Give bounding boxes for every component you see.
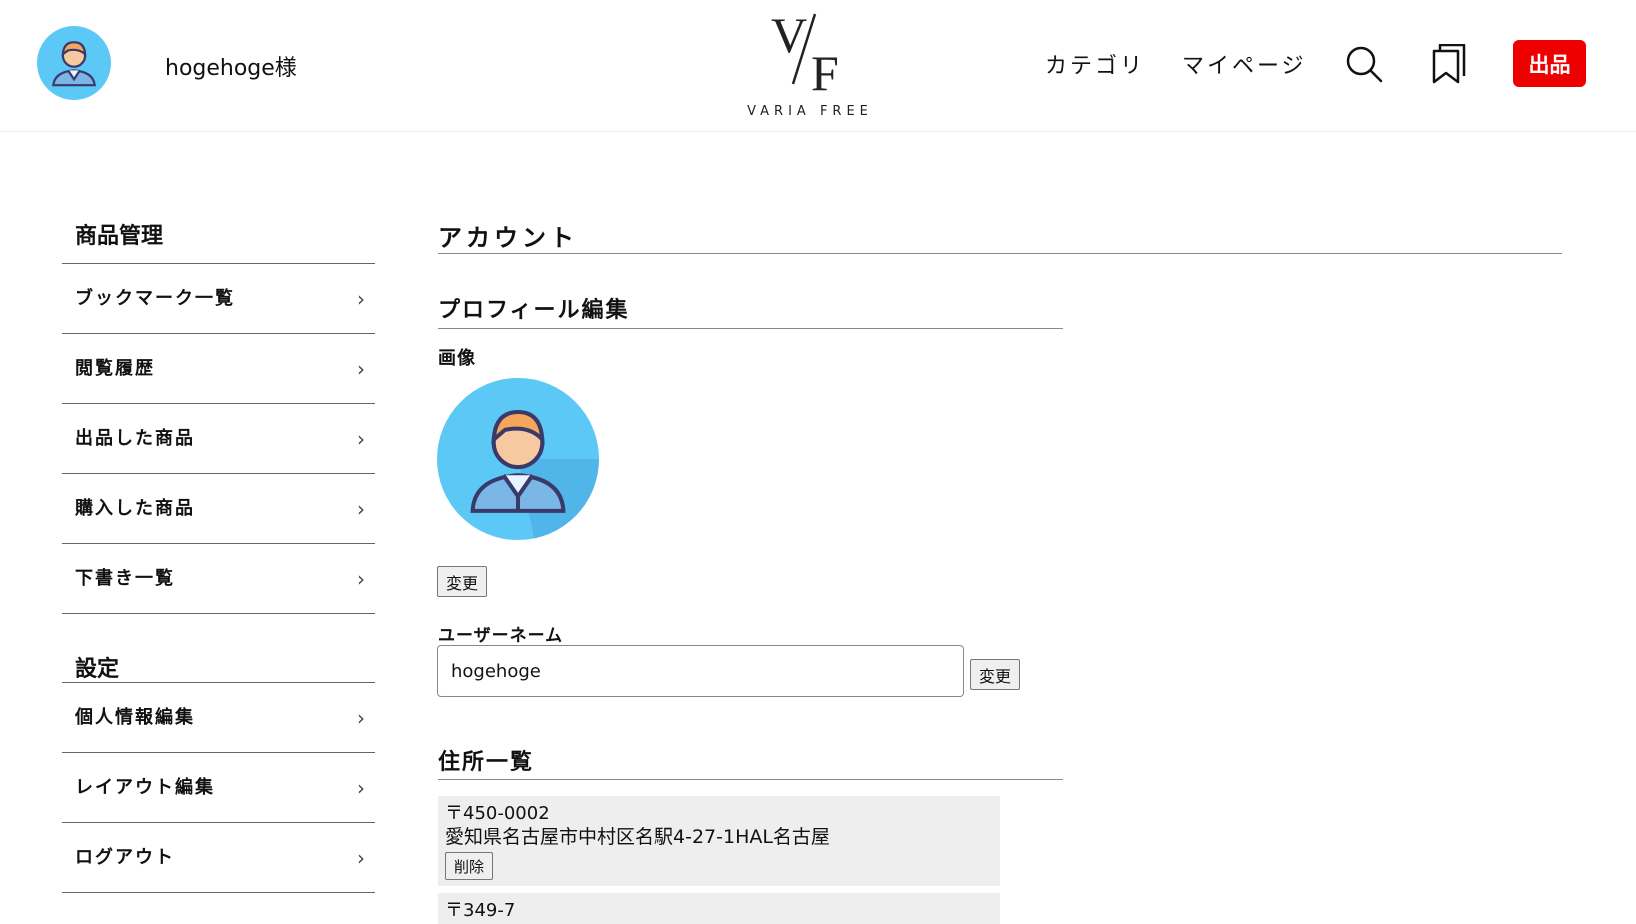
profile-divider — [438, 328, 1063, 329]
sidebar-item-label: 出品した商品 — [75, 428, 195, 449]
sidebar-item-history[interactable]: 閲覧履歴 › — [62, 334, 375, 404]
sidebar-item-purchased[interactable]: 購入した商品 › — [62, 474, 375, 544]
address-section-title: 住所一覧 — [438, 750, 535, 775]
sidebar-item-label: 閲覧履歴 — [75, 358, 155, 379]
sidebar-item-bookmarks[interactable]: ブックマーク一覧 › — [62, 264, 375, 334]
chevron-right-icon: › — [357, 497, 367, 521]
image-change-button[interactable]: 変更 — [437, 566, 488, 597]
username-change-button[interactable]: 変更 — [970, 659, 1021, 690]
sidebar-heading-products: 商品管理 — [62, 196, 375, 264]
nav-mypage[interactable]: マイページ — [1182, 48, 1307, 80]
sidebar-item-label: レイアウト編集 — [75, 777, 215, 798]
user-name: hogehoge様 — [165, 56, 297, 81]
username-input[interactable] — [437, 645, 964, 697]
chevron-right-icon: › — [357, 357, 367, 381]
sidebar-item-label: 下書き一覧 — [75, 568, 175, 589]
nav-category[interactable]: カテゴリ — [1045, 48, 1145, 80]
logo-text: VARIA FREE — [747, 104, 873, 119]
sidebar-item-label: ログアウト — [75, 847, 175, 868]
sidebar-heading-settings: 設定 — [62, 614, 375, 683]
chevron-right-icon: › — [357, 287, 367, 311]
page-title: アカウント — [438, 224, 578, 252]
bookmark-icon[interactable] — [1432, 44, 1466, 84]
search-icon[interactable] — [1345, 45, 1383, 83]
sidebar-item-personal-info[interactable]: 個人情報編集 › — [62, 683, 375, 753]
chevron-right-icon: › — [357, 706, 367, 730]
chevron-right-icon: › — [357, 427, 367, 451]
username-label: ユーザーネーム — [438, 626, 564, 646]
profile-section-title: プロフィール編集 — [438, 298, 630, 323]
site-header: hogehoge様 V F VARIA FREE カテゴリ マイページ 出品 — [0, 0, 1636, 132]
address-delete-button[interactable]: 削除 — [445, 852, 494, 880]
address-zip: 〒349-7 — [445, 900, 516, 921]
profile-avatar-image — [437, 378, 599, 540]
logo-mark: V F — [771, 8, 839, 93]
address-divider — [438, 779, 1063, 780]
user-avatar[interactable] — [37, 26, 111, 100]
chevron-right-icon: › — [357, 567, 367, 591]
address-text: 愛知県名古屋市中村区名駅4-27-1HAL名古屋 — [445, 826, 830, 848]
image-label: 画像 — [438, 348, 476, 369]
sidebar-item-label: 個人情報編集 — [75, 707, 195, 728]
address-card: 〒450-0002 愛知県名古屋市中村区名駅4-27-1HAL名古屋 削除 — [438, 796, 1000, 886]
sidebar-item-logout[interactable]: ログアウト › — [62, 823, 375, 893]
address-card: 〒349-7 — [438, 893, 1000, 924]
chevron-right-icon: › — [357, 846, 367, 870]
sidebar-item-listed[interactable]: 出品した商品 › — [62, 404, 375, 474]
title-divider — [438, 253, 1562, 254]
sidebar-item-drafts[interactable]: 下書き一覧 › — [62, 544, 375, 614]
sidebar: 商品管理 ブックマーク一覧 › 閲覧履歴 › 出品した商品 › 購入した商品 ›… — [62, 196, 375, 893]
sidebar-item-layout[interactable]: レイアウト編集 › — [62, 753, 375, 823]
address-zip: 〒450-0002 — [445, 803, 550, 824]
chevron-right-icon: › — [357, 776, 367, 800]
sell-button[interactable]: 出品 — [1513, 40, 1586, 87]
sidebar-item-label: ブックマーク一覧 — [75, 288, 235, 309]
site-logo[interactable]: V F VARIA FREE — [725, 8, 895, 123]
sidebar-item-label: 購入した商品 — [75, 498, 195, 519]
svg-text:F: F — [811, 45, 839, 93]
